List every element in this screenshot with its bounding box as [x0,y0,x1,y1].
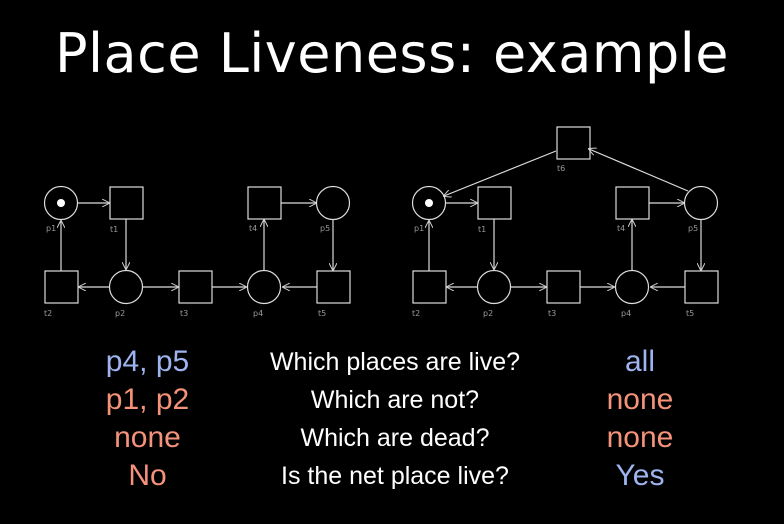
place-p4 [246,269,282,305]
left-answer-net-live: No [128,459,167,492]
label-t5: t5 [318,309,326,318]
place-p5 [683,185,719,221]
questions: Which places are live? Which are not? Wh… [230,343,560,495]
right-answers: all none none Yes [575,343,705,495]
label-t6: t6 [557,164,565,173]
right-answer-live: all [624,345,655,378]
transition-t6 [556,126,591,160]
label-t3: t3 [180,309,188,318]
right-net [411,126,719,305]
right-answer-net-live: Yes [615,459,665,492]
label-p1: p1 [414,224,424,233]
question-net-live: Is the net place live? [281,462,509,490]
label-p2: p2 [483,309,493,318]
transition-t3 [178,270,213,304]
right-answer-not-live: none [606,383,674,416]
left-net [43,185,351,305]
label-p4: p4 [253,309,263,318]
transition-t1 [109,186,144,220]
token [57,199,65,207]
transition-t5 [316,270,351,304]
label-t4: t4 [249,224,257,233]
label-t1: t1 [478,225,486,234]
label-t5: t5 [686,309,694,318]
left-answer-live: p4, p5 [105,345,190,378]
token [425,199,433,207]
label-t3: t3 [548,309,556,318]
transition-t1 [477,186,512,220]
right-answer-dead: none [606,421,674,454]
transition-t4 [247,186,282,220]
label-t4: t4 [617,224,625,233]
label-p5: p5 [688,224,698,233]
label-p4: p4 [621,309,631,318]
label-p2: p2 [115,309,125,318]
place-p5 [315,185,351,221]
arc-t6-p1 [444,150,557,196]
transition-t3 [546,270,581,304]
left-answers: p4, p5 p1, p2 none No [80,343,215,495]
transition-t4 [615,186,650,220]
question-not-live: Which are not? [310,386,480,414]
label-t2: t2 [44,309,52,318]
transition-t5 [684,270,719,304]
transition-t2 [44,270,79,304]
transition-t2 [412,270,447,304]
label-t1: t1 [110,225,118,234]
place-p2 [476,269,512,305]
place-p4 [614,269,650,305]
label-p1: p1 [46,224,56,233]
left-answer-not-live: p1, p2 [105,383,190,416]
label-t2: t2 [412,309,420,318]
question-dead: Which are dead? [300,424,490,452]
place-p2 [108,269,144,305]
left-answer-dead: none [114,421,181,454]
question-live: Which places are live? [269,348,521,376]
label-p5: p5 [320,224,330,233]
arc-p5-t6 [589,149,689,192]
